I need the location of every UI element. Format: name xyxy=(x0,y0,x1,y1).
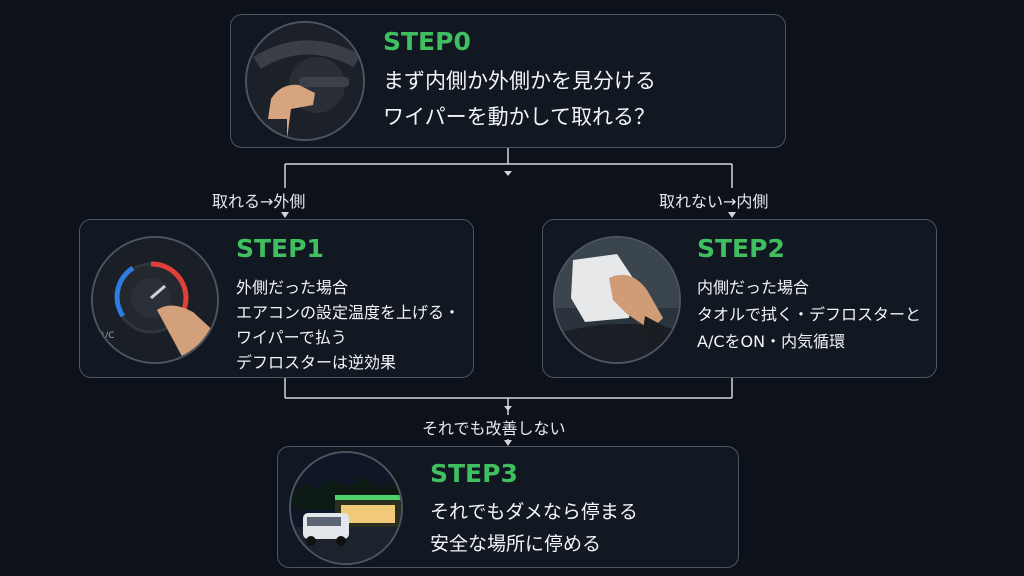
branch-label-no-improvement: それでも改善しない xyxy=(418,415,570,439)
step1-line-3: ワイパーで払う xyxy=(236,328,347,347)
branch-label-outside: 取れる→外側 xyxy=(208,188,310,212)
step2-line-1: 内側だった場合 xyxy=(697,278,810,297)
branch-label-inside: 取れない→内側 xyxy=(655,188,773,212)
step2-line-2: タオルで拭く・デフロスターと xyxy=(697,305,922,324)
step1-title: STEP1 xyxy=(236,234,324,263)
step0-line-2: ワイパーを動かして取れる？ xyxy=(383,105,655,129)
arrowhead-merge xyxy=(504,406,512,411)
step1-line-2: エアコンの設定温度を上げる・ xyxy=(236,303,461,322)
step3-line-1: それでもダメなら停まる xyxy=(430,501,638,523)
step2-line-3: A/CをON・内気循環 xyxy=(697,332,846,351)
hand-on-wiper-lever-icon xyxy=(245,21,365,141)
step1-line-1: 外側だった場合 xyxy=(236,278,349,297)
step3-card: STEP3 それでもダメなら停まる 安全な場所に停める xyxy=(277,446,739,568)
arrowhead-step2 xyxy=(728,212,736,218)
ac-temperature-dial-icon: A/C xyxy=(91,236,219,364)
towel-wiping-glass-icon xyxy=(553,236,681,364)
step0-title: STEP0 xyxy=(383,27,471,56)
step2-title: STEP2 xyxy=(697,234,785,263)
step2-card: STEP2 内側だった場合 タオルで拭く・デフロスターと A/CをON・内気循環 xyxy=(542,219,937,378)
step0-card: STEP0 まず内側か外側かを見分ける ワイパーを動かして取れる？ xyxy=(230,14,786,148)
svg-text:A/C: A/C xyxy=(99,331,114,341)
step1-card: A/C STEP1 外側だった場合 エアコンの設定温度を上げる・ ワイパーで払う… xyxy=(79,219,474,378)
arrowhead-step1 xyxy=(281,212,289,218)
step1-line-4: デフロスターは逆効果 xyxy=(236,353,397,372)
step3-title: STEP3 xyxy=(430,459,518,488)
car-parked-at-store-icon xyxy=(289,451,403,565)
step0-line-1: まず内側か外側かを見分ける xyxy=(383,69,656,93)
step3-line-2: 安全な場所に停める xyxy=(430,533,602,555)
arrowhead-step0 xyxy=(504,171,512,176)
